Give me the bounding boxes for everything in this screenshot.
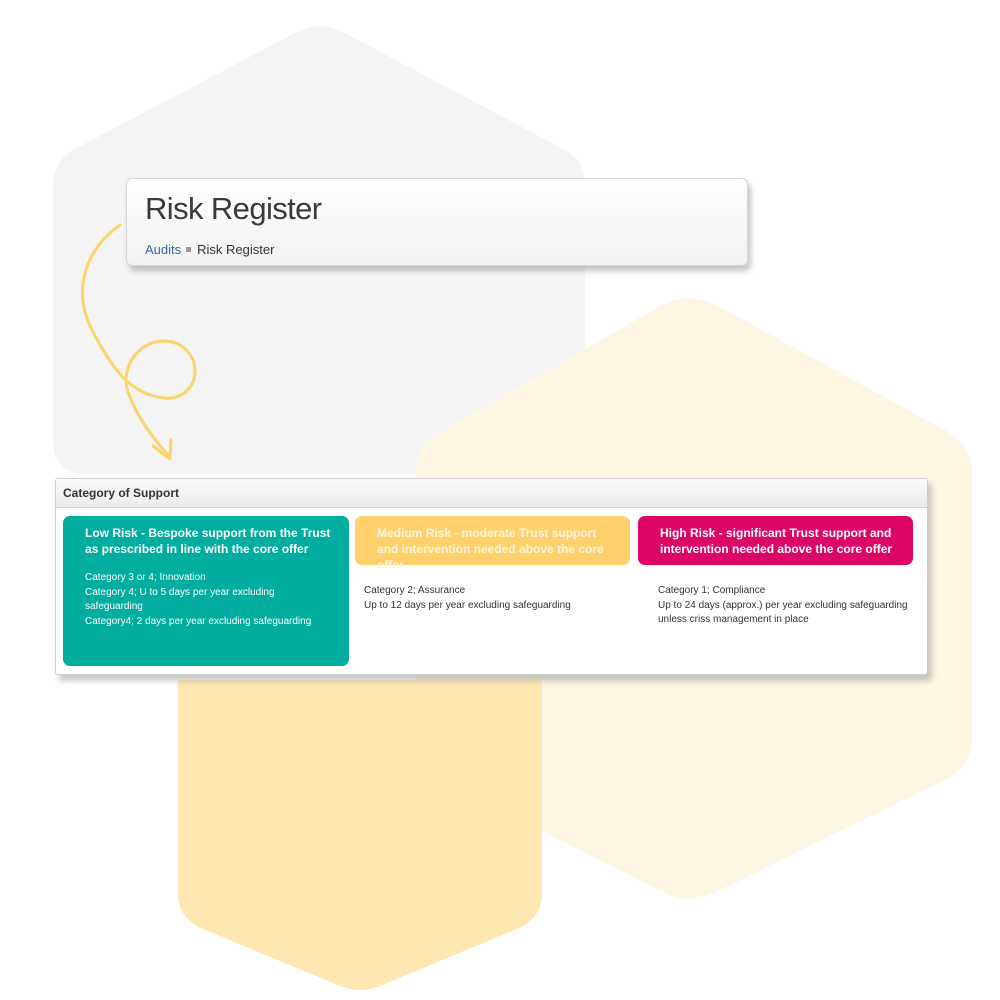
low-risk-detail: Category 3 or 4; Innovation	[85, 572, 206, 583]
high-risk-detail: Category 1; Compliance	[658, 585, 766, 596]
yellow-hexagon	[178, 680, 542, 990]
high-risk-details: Category 1; Compliance Up to 24 days (ap…	[658, 584, 908, 628]
medium-risk-details: Category 2; Assurance Up to 12 days per …	[364, 584, 624, 613]
page-header-card: Risk Register Audits Risk Register	[126, 178, 748, 266]
low-risk-card: Low Risk - Bespoke support from the Trus…	[63, 516, 349, 666]
panel-heading: Category of Support	[56, 479, 927, 508]
high-risk-title: High Risk - significant Trust support an…	[660, 526, 893, 556]
medium-risk-detail: Category 2; Assurance	[364, 585, 466, 596]
medium-risk-card: Medium Risk - moderate Trust support and…	[355, 516, 630, 572]
breadcrumb-link-audits[interactable]: Audits	[145, 242, 181, 257]
page-title: Risk Register	[145, 191, 322, 226]
high-risk-detail: Up to 24 days (approx.) per year excludi…	[658, 599, 908, 626]
breadcrumb-separator-icon	[186, 247, 192, 253]
category-of-support-panel: Category of Support Low Risk - Bespoke s…	[55, 478, 928, 675]
low-risk-title: Low Risk - Bespoke support from the Trus…	[85, 526, 331, 556]
breadcrumb: Audits Risk Register	[145, 242, 274, 257]
low-risk-detail: Category 4; U to 5 days per year excludi…	[85, 586, 275, 613]
low-risk-detail: Category4; 2 days per year excluding saf…	[85, 615, 312, 627]
medium-risk-title: Medium Risk - moderate Trust support and…	[377, 526, 604, 572]
low-risk-details: Category 3 or 4; Innovation Category 4; …	[85, 571, 331, 629]
high-risk-card: High Risk - significant Trust support an…	[638, 516, 913, 565]
medium-risk-detail: Up to 12 days per year excluding safegua…	[364, 599, 571, 611]
breadcrumb-current: Risk Register	[197, 242, 275, 257]
